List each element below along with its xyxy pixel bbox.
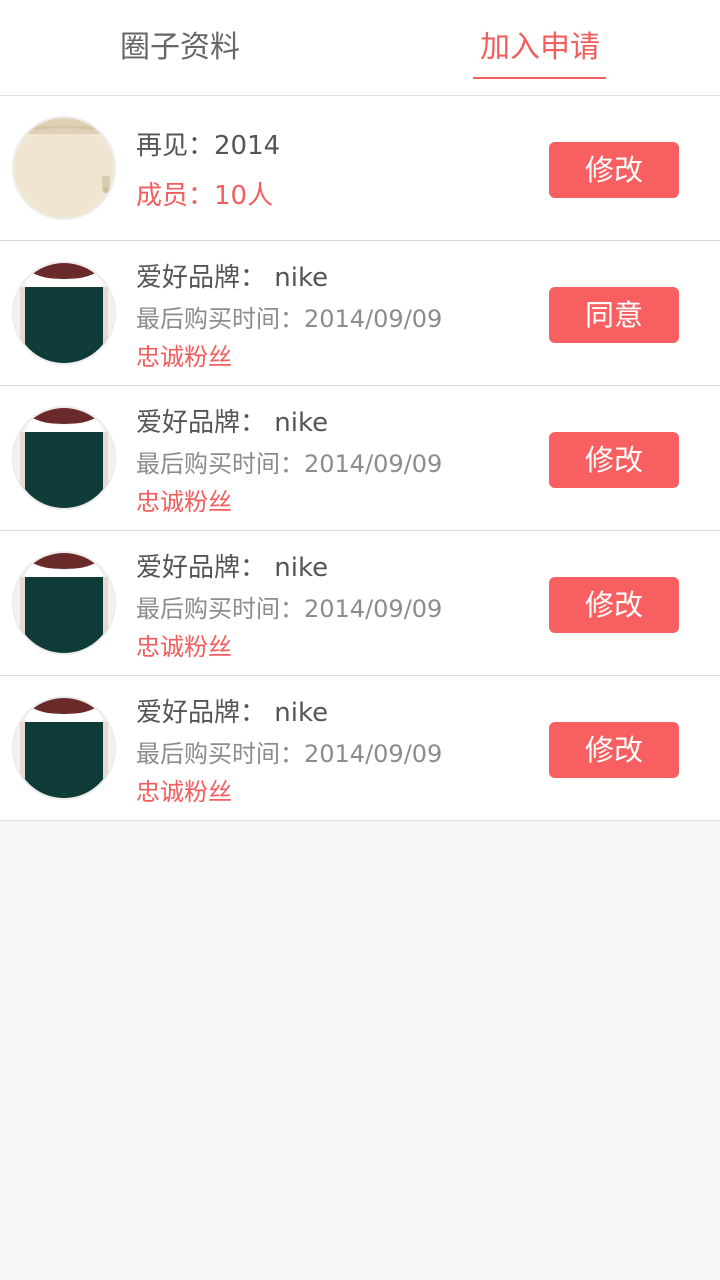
group-info-row: 再见：2014 成员：10人 修改 [0, 96, 720, 241]
join-request-list: 再见：2014 成员：10人 修改 爱好品牌： nike 最后购买时间：2014… [0, 96, 720, 821]
favorite-brand: 爱好品牌： nike [136, 263, 329, 293]
edit-button[interactable]: 修改 [549, 432, 679, 488]
tab-bar: 圈子资料 加入申请 [0, 0, 720, 96]
edit-button[interactable]: 修改 [549, 577, 679, 633]
tab-join-requests[interactable]: 加入申请 [360, 0, 720, 95]
favorite-brand: 爱好品牌： nike [136, 698, 329, 728]
member-tag: 忠诚粉丝 [136, 488, 232, 516]
last-purchase-time: 最后购买时间：2014/09/09 [136, 595, 443, 623]
member-tag: 忠诚粉丝 [136, 633, 232, 661]
tab-group-profile-label: 圈子资料 [120, 30, 240, 65]
member-tag: 忠诚粉丝 [136, 778, 232, 806]
user-avatar-image [12, 261, 116, 365]
edit-button[interactable]: 修改 [549, 722, 679, 778]
group-member-count: 成员：10人 [136, 181, 274, 211]
member-request-row: 爱好品牌： nike 最后购买时间：2014/09/09 忠诚粉丝 修改 [0, 676, 720, 821]
user-avatar-image [12, 406, 116, 510]
agree-button[interactable]: 同意 [549, 287, 679, 343]
favorite-brand: 爱好品牌： nike [136, 553, 329, 583]
member-request-row: 爱好品牌： nike 最后购买时间：2014/09/09 忠诚粉丝 修改 [0, 386, 720, 531]
edit-group-button[interactable]: 修改 [549, 142, 679, 198]
empty-area [0, 821, 720, 1280]
group-avatar-image [12, 116, 116, 220]
member-request-row: 爱好品牌： nike 最后购买时间：2014/09/09 忠诚粉丝 修改 [0, 531, 720, 676]
member-request-row: 爱好品牌： nike 最后购买时间：2014/09/09 忠诚粉丝 同意 [0, 241, 720, 386]
last-purchase-time: 最后购买时间：2014/09/09 [136, 450, 443, 478]
last-purchase-time: 最后购买时间：2014/09/09 [136, 740, 443, 768]
active-tab-indicator [473, 77, 606, 79]
favorite-brand: 爱好品牌： nike [136, 408, 329, 438]
group-name: 再见：2014 [136, 131, 281, 161]
user-avatar-image [12, 551, 116, 655]
tab-group-profile[interactable]: 圈子资料 [0, 0, 360, 95]
tab-join-requests-label: 加入申请 [480, 30, 600, 65]
member-tag: 忠诚粉丝 [136, 343, 232, 371]
last-purchase-time: 最后购买时间：2014/09/09 [136, 305, 443, 333]
user-avatar-image [12, 696, 116, 800]
